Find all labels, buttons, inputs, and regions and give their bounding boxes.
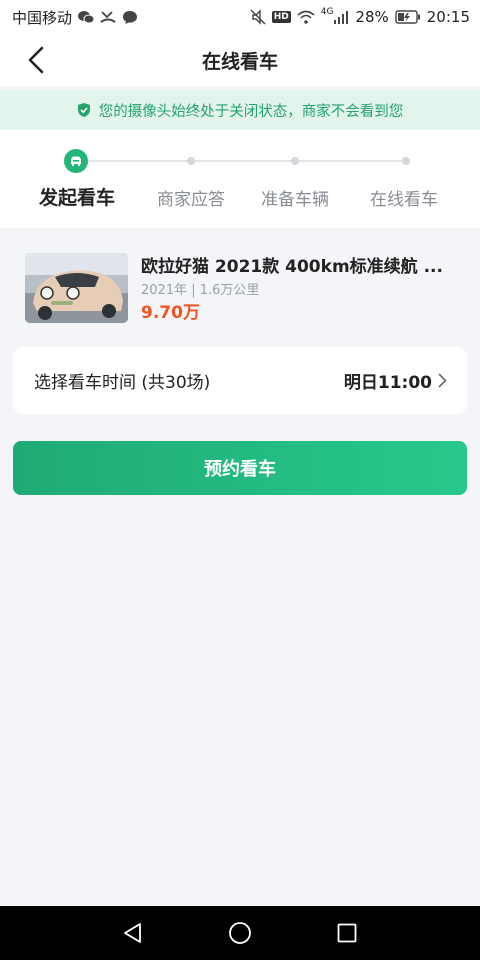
- car-title: 欧拉好猫 2021款 400km标准续航 ...: [141, 257, 443, 277]
- step-label-3: 准备车辆: [261, 190, 329, 210]
- hd-badge: HD: [271, 11, 291, 23]
- missed-call-icon: [100, 9, 116, 25]
- step-2-dot: [187, 157, 195, 165]
- step-label-1: 发起看车: [38, 187, 116, 209]
- nav-home-button[interactable]: [220, 913, 260, 953]
- progress-steps: 发起看车 商家应答 准备车辆 在线看车: [0, 130, 480, 228]
- step-label-4: 在线看车: [370, 190, 438, 210]
- step-1-active-icon: [64, 149, 88, 173]
- reserve-viewing-button[interactable]: 预约看车: [13, 441, 467, 495]
- wechat-icon: [78, 10, 95, 24]
- car-thumbnail-image: [25, 253, 128, 323]
- back-button[interactable]: [20, 44, 52, 76]
- battery-percent: 28%: [355, 8, 389, 26]
- system-nav-bar: [0, 906, 480, 960]
- recents-square-icon: [337, 923, 357, 943]
- status-right: HD 4G 28% 20:15: [250, 7, 470, 26]
- wifi-icon: [297, 10, 315, 24]
- nav-recents-button[interactable]: [327, 913, 367, 953]
- viewing-time-selector[interactable]: 选择看车时间 (共30场) 明日11:00: [13, 347, 467, 414]
- step-3-dot: [291, 157, 299, 165]
- status-bar: 中国移动 HD 4G 28% 20:15: [0, 0, 480, 34]
- back-triangle-icon: [124, 923, 142, 943]
- network-type-label: 4G: [320, 7, 334, 17]
- status-left: 中国移动: [12, 7, 138, 28]
- chevron-left-icon: [28, 46, 44, 74]
- carrier-label: 中国移动: [12, 8, 73, 27]
- step-label-2: 商家应答: [157, 190, 225, 210]
- nav-back-button[interactable]: [113, 913, 153, 953]
- car-price: 9.70万: [141, 303, 200, 323]
- home-circle-icon: [229, 922, 251, 944]
- battery-icon: [395, 10, 421, 24]
- step-connector-line: [88, 160, 406, 162]
- step-4-dot: [402, 157, 410, 165]
- header-bar: 在线看车: [0, 34, 480, 86]
- time-selector-label: 选择看车时间 (共30场): [34, 373, 211, 393]
- chevron-right-icon: [438, 373, 447, 388]
- privacy-banner: 您的摄像头始终处于关闭状态，商家不会看到您: [0, 90, 480, 130]
- clock: 20:15: [426, 8, 470, 26]
- signal-icon: [333, 10, 349, 24]
- time-selector-value: 明日11:00: [343, 373, 432, 393]
- page-title: 在线看车: [201, 50, 278, 73]
- steps-track: [0, 130, 480, 228]
- message-icon: [122, 10, 138, 25]
- car-meta: 2021年 | 1.6万公里: [141, 283, 260, 298]
- privacy-text: 您的摄像头始终处于关闭状态，商家不会看到您: [98, 103, 404, 120]
- shield-check-icon: [77, 102, 91, 118]
- car-info-card[interactable]: 欧拉好猫 2021款 400km标准续航 ... 2021年 | 1.6万公里 …: [0, 232, 480, 330]
- mute-icon: [250, 9, 266, 25]
- time-selector-value-group: 明日11:00: [344, 368, 447, 393]
